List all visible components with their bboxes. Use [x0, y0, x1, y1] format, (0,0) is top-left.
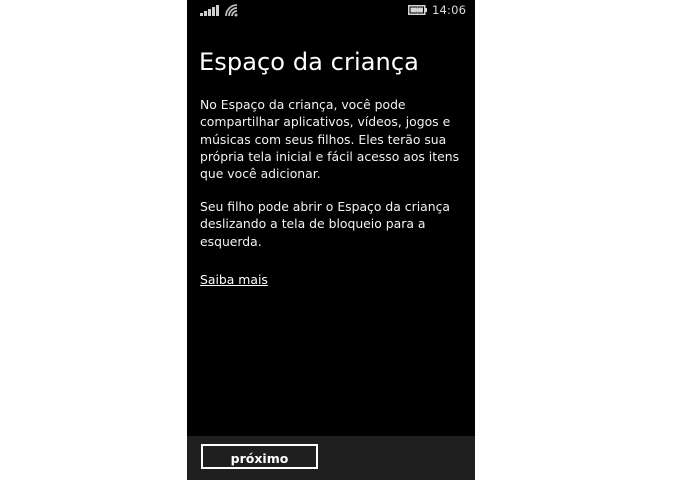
page-title: Espaço da criança: [199, 48, 419, 76]
battery-saver-icon: [408, 5, 427, 15]
next-button[interactable]: próximo: [201, 444, 318, 469]
status-bar: 14:06: [187, 0, 475, 22]
instruction-paragraph: Seu filho pode abrir o Espaço da criança…: [200, 199, 450, 249]
wifi-icon: [225, 4, 238, 17]
app-bar: próximo: [187, 436, 475, 480]
page: 14:06 Espaço da criança No Espaço da cri…: [0, 0, 695, 480]
status-time: 14:06: [432, 3, 467, 17]
learn-more-link[interactable]: Saiba mais: [200, 271, 268, 288]
signal-strength-icon: [200, 5, 219, 16]
description-paragraph: No Espaço da criança, você pode comparti…: [200, 97, 460, 182]
phone-screen: 14:06 Espaço da criança No Espaço da cri…: [187, 0, 475, 480]
